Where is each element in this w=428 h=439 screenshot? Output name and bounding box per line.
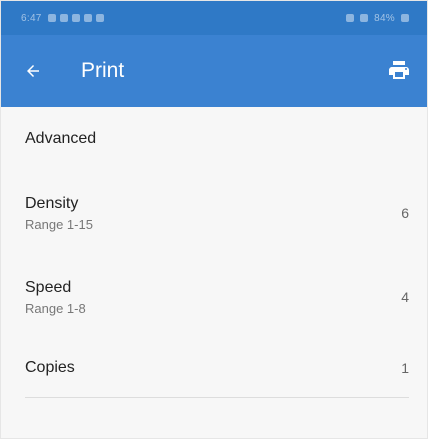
density-range: Range 1-15 (25, 216, 93, 232)
arrow-left-icon (27, 65, 39, 77)
copies-text: Copies (25, 359, 75, 377)
speed-value: 4 (401, 289, 409, 305)
status-left: 6:47 (21, 13, 104, 24)
speed-range: Range 1-8 (25, 300, 86, 316)
notification-icon (47, 14, 56, 22)
print-settings-screen: 6:47 84% Print Advanced Density Range 1-… (0, 0, 428, 439)
app-bar-left: Print (19, 57, 124, 85)
status-notification-icons (47, 14, 104, 22)
signal-icon (360, 14, 369, 22)
notification-icon (71, 14, 80, 22)
speed-label: Speed (25, 278, 72, 296)
app-bar: Print (1, 35, 427, 107)
notification-icon (83, 14, 92, 22)
notification-icon (59, 14, 68, 22)
wifi-icon (346, 14, 355, 22)
status-right: 84% (346, 13, 409, 24)
copies-setting-row[interactable]: Copies 1 (25, 339, 409, 397)
speed-text: Speed Range 1-8 (25, 279, 86, 316)
density-text: Density Range 1-15 (25, 195, 93, 232)
status-bar: 6:47 84% (1, 1, 427, 35)
copies-label: Copies (25, 359, 75, 376)
settings-content: Advanced Density Range 1-15 6 Speed Rang… (1, 107, 427, 398)
page-title: Print (81, 59, 125, 82)
print-button[interactable] (385, 57, 413, 85)
battery-icon (401, 14, 409, 22)
battery-text: 84% (374, 12, 395, 24)
density-label: Density (25, 194, 79, 212)
notification-icon (95, 14, 104, 22)
section-divider (25, 397, 409, 398)
back-button[interactable] (19, 57, 47, 85)
print-icon (389, 61, 409, 79)
section-title: Advanced (25, 130, 97, 147)
density-value: 6 (401, 205, 409, 221)
speed-setting-row[interactable]: Speed Range 1-8 4 (25, 255, 409, 339)
copies-value: 1 (401, 360, 409, 376)
density-setting-row[interactable]: Density Range 1-15 6 (25, 171, 409, 255)
status-time: 6:47 (21, 12, 42, 24)
